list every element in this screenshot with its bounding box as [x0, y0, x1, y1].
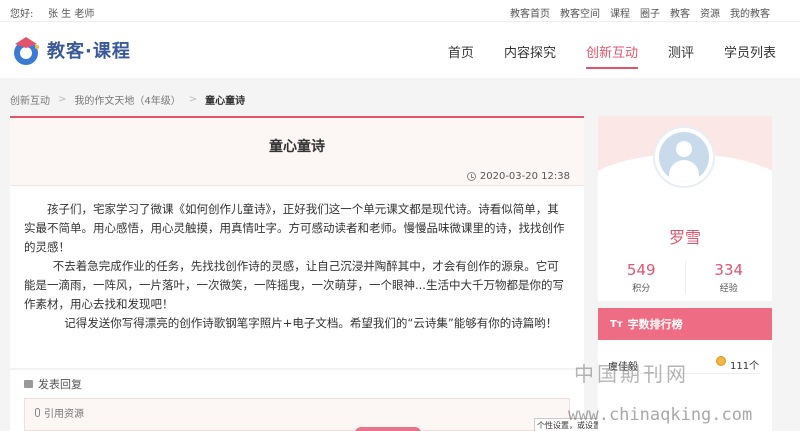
article-paragraph: 不去着急完成作业的任务，先找找创作诗的灵感，让自己沉浸并陶醉其中，才会有创作的源… [24, 259, 564, 311]
breadcrumb: 创新互动 > 我的作文天地（4年级） > 童心童诗 [10, 92, 245, 107]
cite-resource-box[interactable]: 引用资源 [24, 398, 570, 431]
top-bar: 您好: 张 生 老师 教客首页 教客空间 课程 圈子 教客 资源 我的教客 [0, 0, 800, 22]
submit-button[interactable] [355, 427, 421, 431]
breadcrumb-current: 童心童诗 [205, 96, 246, 107]
toplink-resources[interactable]: 资源 [700, 5, 720, 20]
profile-card: 罗雪 549 积分 334 经验 [598, 116, 772, 301]
toplink-my[interactable]: 我的教客 [730, 5, 770, 20]
toplink-jiaoke[interactable]: 教客 [670, 5, 690, 20]
ranking-header: Tт 字数排行榜 [598, 308, 772, 340]
article-header: 童心童诗 2020-03-20 12:38 [10, 118, 584, 186]
user-name-link[interactable]: 张 生 老师 [48, 5, 94, 20]
toplink-space[interactable]: 教客空间 [560, 5, 600, 20]
toplink-course[interactable]: 课程 [610, 5, 630, 20]
article-paragraph: 记得发送你写得漂亮的创作诗歌钢笔字照片+电子文档。希望我们的“云诗集”能够有你的… [64, 316, 558, 330]
breadcrumb-separator-icon: > [58, 94, 67, 105]
nav-assessment[interactable]: 测评 [668, 42, 694, 69]
ranking-title: 字数排行榜 [627, 318, 683, 331]
reply-title-text: 发表回复 [38, 378, 82, 391]
text-size-icon: Tт [610, 318, 623, 330]
article-date: 2020-03-20 12:38 [466, 171, 570, 182]
stat-points-label: 积分 [632, 284, 651, 294]
breadcrumb-separator-icon: > [188, 94, 198, 105]
article-card: 童心童诗 2020-03-20 12:38 孩子们，宅家学习了微课《如何创作儿童… [10, 116, 584, 368]
article-date-text: 2020-03-20 12:38 [479, 171, 570, 182]
breadcrumb-item[interactable]: 我的作文天地（4年级） [74, 92, 180, 107]
profile-stats: 549 积分 334 经验 [598, 261, 772, 294]
medal-icon [716, 356, 726, 366]
avatar[interactable] [653, 126, 715, 188]
reply-title: 发表回复 [24, 376, 82, 392]
breadcrumb-item[interactable]: 创新互动 [10, 92, 50, 107]
watermark-text: 中国期刊网 [574, 362, 689, 386]
article-body: 孩子们，宅家学习了微课《如何创作儿童诗》，正好我们这一个单元课文都是现代诗。诗看… [10, 186, 584, 333]
toplink-home[interactable]: 教客首页 [510, 5, 550, 20]
logo-text: 教客·课程 [47, 41, 131, 62]
site-header: 教客·课程 首页 内容探究 创新互动 测评 学员列表 [0, 22, 800, 78]
watermark-url: www.chinaqking.com [568, 405, 753, 425]
reply-section: 发表回复 引用资源 [10, 370, 584, 431]
stat-experience-value: 334 [714, 261, 744, 279]
logo-icon [9, 34, 43, 66]
nav-home[interactable]: 首页 [448, 42, 474, 69]
greeting-label: 您好: [10, 9, 34, 20]
cite-resource-label: 引用资源 [35, 405, 84, 420]
toplink-circle[interactable]: 圈子 [640, 5, 660, 20]
clock-icon [466, 172, 476, 181]
cite-resource-text: 引用资源 [44, 409, 84, 420]
article-title: 童心童诗 [269, 139, 325, 155]
stat-points-value: 549 [626, 261, 656, 279]
comment-icon [24, 380, 33, 388]
nav-students[interactable]: 学员列表 [724, 42, 776, 69]
paperclip-icon [35, 408, 40, 417]
stat-experience-label: 经验 [719, 284, 738, 294]
article-paragraph: 孩子们，宅家学习了微课《如何创作儿童诗》，正好我们这一个单元课文都是现代诗。诗看… [24, 202, 565, 254]
stat-points: 549 积分 [598, 261, 685, 294]
stat-experience: 334 经验 [684, 261, 773, 294]
profile-name: 罗雪 [668, 228, 701, 247]
site-logo[interactable]: 教客·课程 [9, 34, 131, 66]
user-avatar-icon [659, 132, 709, 182]
nav-interaction[interactable]: 创新互动 [585, 42, 638, 69]
nav-explore[interactable]: 内容探究 [504, 42, 556, 69]
main-nav: 首页 内容探究 创新互动 测评 学员列表 [448, 42, 776, 69]
ranking-count: 111个 [730, 361, 760, 372]
top-links: 教客首页 教客空间 课程 圈子 教客 资源 我的教客 [510, 5, 770, 20]
